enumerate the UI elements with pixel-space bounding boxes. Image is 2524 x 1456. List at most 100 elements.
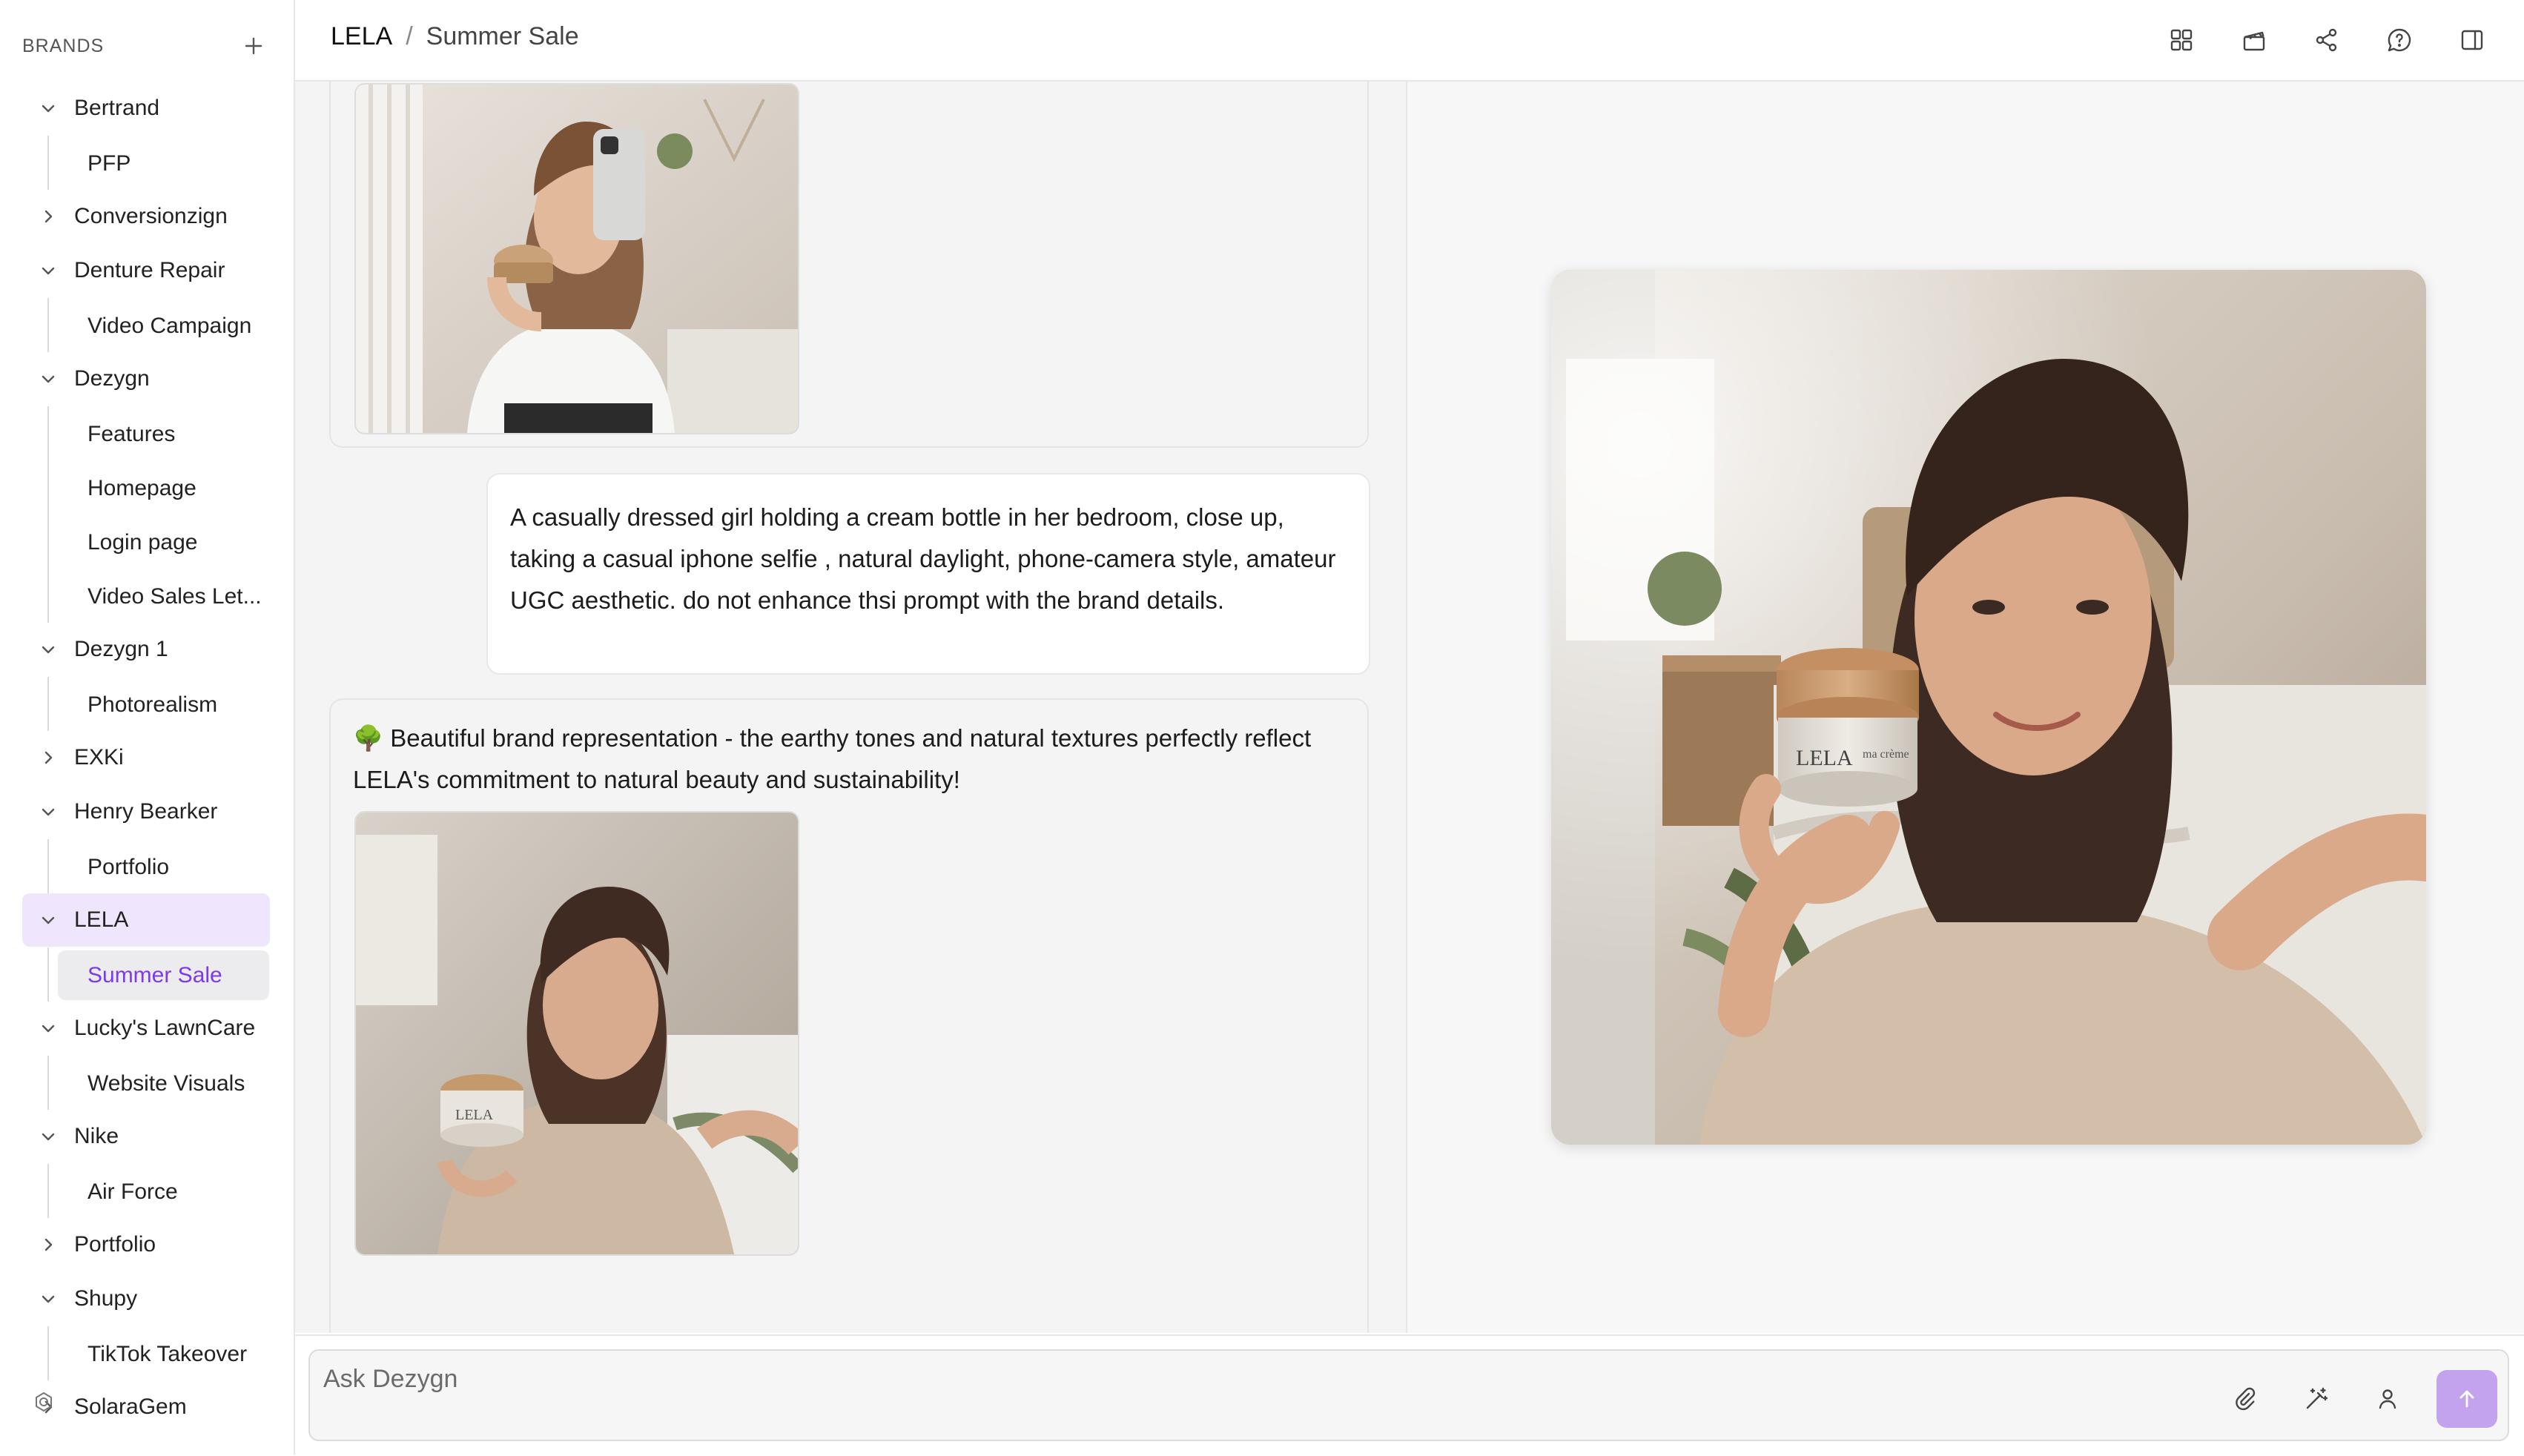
sidebar-project-login-page[interactable]: Login page <box>58 517 269 567</box>
sidebar-brand-lela[interactable]: LELA <box>22 893 270 947</box>
sidebar-project-label: Photorealism <box>87 692 218 717</box>
sidebar-brand-shupy[interactable]: Shupy <box>22 1272 270 1326</box>
chevron-down-icon[interactable] <box>22 244 74 297</box>
grid-view-button[interactable] <box>2161 19 2202 61</box>
tree-guide-line <box>47 947 49 1002</box>
tree-guide-line <box>47 136 49 190</box>
assistant-message: 🌳 Beautiful brand representation - the e… <box>329 698 1369 1333</box>
prompt-input[interactable] <box>322 1361 2253 1397</box>
sidebar-project-label: TikTok Takeover <box>87 1341 248 1366</box>
generated-image-thumbnail[interactable] <box>354 83 799 434</box>
sidebar-project-video-campaign[interactable]: Video Campaign <box>58 301 269 351</box>
toggle-panel-button[interactable] <box>2451 19 2493 61</box>
enhance-prompt-button[interactable] <box>2294 1377 2339 1421</box>
sidebar-project-features[interactable]: Features <box>58 409 269 459</box>
sidebar-project-pfp[interactable]: PFP <box>58 139 269 188</box>
sidebar-brand-exki[interactable]: EXKi <box>22 731 270 784</box>
sidebar-brand-dezygn-1[interactable]: Dezygn 1 <box>22 623 270 676</box>
sidebar-project-video-sales-let-[interactable]: Video Sales Let... <box>58 572 269 621</box>
breadcrumb-brand[interactable]: LELA <box>331 22 392 51</box>
chevron-down-icon[interactable] <box>22 1272 74 1326</box>
chevron-down-icon[interactable] <box>22 785 74 838</box>
sidebar-project-portfolio[interactable]: Portfolio <box>58 842 269 892</box>
share-icon <box>2316 28 2337 52</box>
video-button[interactable] <box>2233 19 2275 61</box>
add-brand-button[interactable] <box>240 33 267 59</box>
attach-button[interactable] <box>2223 1377 2267 1421</box>
chat-thread[interactable]: A casually dressed girl holding a cream … <box>295 82 1406 1333</box>
sidebar-brand-label: Dezygn 1 <box>74 637 168 661</box>
sidebar-project-label: Features <box>87 421 176 446</box>
chevron-right-icon[interactable] <box>22 731 74 784</box>
sidebar-brand-label: Denture Repair <box>74 258 225 282</box>
share-button[interactable] <box>2306 19 2348 61</box>
sidebar-project-summer-sale[interactable]: Summer Sale <box>58 950 269 1000</box>
selfie-image <box>356 85 798 433</box>
jar-brand-text: LELA <box>1796 746 1853 770</box>
assistant-message-text: 🌳 Beautiful brand representation - the e… <box>353 724 1312 793</box>
sidebar-brand-label: SolaraGem <box>74 1394 187 1419</box>
user-message-text: A casually dressed girl holding a cream … <box>510 503 1336 614</box>
jar-sub-text: ma crème <box>1863 748 1909 761</box>
breadcrumb-separator: / <box>406 22 413 50</box>
send-button[interactable] <box>2437 1370 2497 1428</box>
sidebar-brand-solaragem[interactable]: SolaraGem <box>22 1380 270 1434</box>
sidebar-brand-lucky-s-lawncare[interactable]: Lucky's LawnCare <box>22 1002 270 1055</box>
preview-pane: LELA ma crème <box>1406 82 2524 1333</box>
sidebar-brand-dezygn[interactable]: Dezygn <box>22 352 270 406</box>
sidebar-project-photorealism[interactable]: Photorealism <box>58 680 269 729</box>
sidebar-brand-label: Conversionzign <box>74 204 228 228</box>
chevron-down-icon[interactable] <box>22 623 74 676</box>
sidebar-project-air-force[interactable]: Air Force <box>58 1167 269 1217</box>
tree-guide-line <box>47 1326 49 1380</box>
sidebar-brand-henry-bearker[interactable]: Henry Bearker <box>22 785 270 838</box>
sidebar-brand-conversionzign[interactable]: Conversionzign <box>22 190 270 243</box>
chevron-down-icon[interactable] <box>22 352 74 406</box>
breadcrumb: LELA / Summer Sale <box>331 22 579 51</box>
sidebar-brand-nike[interactable]: Nike <box>22 1110 270 1163</box>
chevron-right-icon[interactable] <box>22 190 74 243</box>
sidebar-brand-denture-repair[interactable]: Denture Repair <box>22 244 270 297</box>
top-bar: LELA / Summer Sale <box>295 0 2524 82</box>
woman-sweater-cream-jar-image: LELA ma crème <box>1551 270 2426 1145</box>
help-button[interactable] <box>2379 19 2420 61</box>
sidebar-project-website-visuals[interactable]: Website Visuals <box>58 1059 269 1108</box>
sidebar-project-tiktok-takeover[interactable]: TikTok Takeover <box>58 1329 269 1379</box>
arrow-up-icon <box>2459 1390 2474 1408</box>
panel-toggle-icon <box>2461 30 2483 50</box>
top-actions <box>2161 19 2524 61</box>
woman-sweater-image: LELA <box>356 813 798 1254</box>
tree-guide-line <box>47 1164 49 1218</box>
breadcrumb-project: Summer Sale <box>426 22 579 50</box>
chevron-right-icon[interactable] <box>22 1218 74 1271</box>
generated-image-thumbnail[interactable]: LELA <box>354 811 799 1256</box>
sidebar-brand-label: Shupy <box>74 1286 138 1311</box>
sidebar-brand-label: Henry Bearker <box>74 799 218 824</box>
chevron-down-icon[interactable] <box>22 893 74 947</box>
sidebar-project-label: Air Force <box>87 1179 178 1204</box>
persona-button[interactable] <box>2365 1377 2410 1421</box>
user-message: A casually dressed girl holding a cream … <box>486 473 1370 675</box>
sidebar-project-homepage[interactable]: Homepage <box>58 463 269 513</box>
sidebar-brand-portfolio[interactable]: Portfolio <box>22 1218 270 1271</box>
help-chat-icon <box>2388 28 2411 52</box>
composer <box>308 1349 2509 1441</box>
tree-guide-line <box>47 839 49 893</box>
preview-image[interactable]: LELA ma crème <box>1551 270 2426 1145</box>
settings-icon[interactable] <box>33 1391 55 1413</box>
tree-guide-line <box>47 406 49 623</box>
sidebar-project-label: Video Campaign <box>87 313 252 338</box>
sidebar-brand-bertrand[interactable]: Bertrand <box>22 82 270 135</box>
sidebar-project-label: Website Visuals <box>87 1071 245 1096</box>
plus-icon <box>245 37 262 55</box>
sidebar: BRANDS Bertrand PFP Conversionzign Denture … <box>0 0 295 1455</box>
sidebar-brand-label: EXKi <box>74 745 124 770</box>
chevron-down-icon[interactable] <box>22 1002 74 1055</box>
sidebar-project-label: PFP <box>87 150 131 176</box>
chevron-down-icon[interactable] <box>22 82 74 135</box>
chevron-down-icon[interactable] <box>22 1110 74 1163</box>
sidebar-project-label: Portfolio <box>87 854 170 879</box>
tree-guide-line <box>47 677 49 731</box>
composer-actions <box>2196 1370 2497 1428</box>
sidebar-project-label: Homepage <box>87 475 196 500</box>
